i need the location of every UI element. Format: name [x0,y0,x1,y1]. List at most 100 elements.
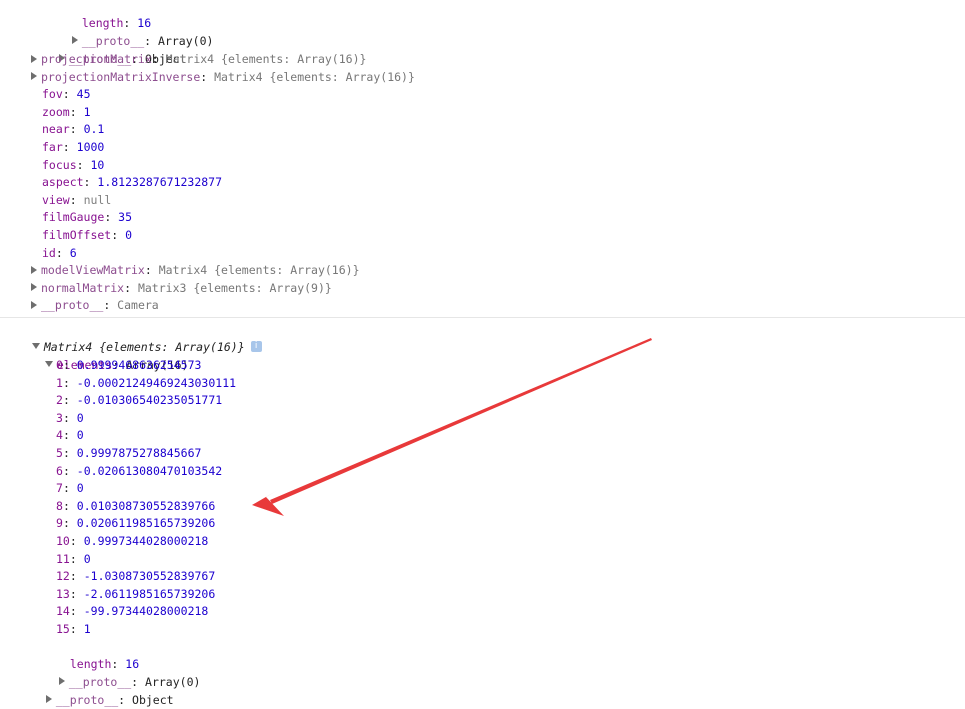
element-index: 4 [56,428,63,443]
element-value: -1.0308730552839767 [83,569,216,584]
property-value: Matrix3 {elements: Array(9)} [137,280,332,295]
matrix-element-row: 1: -0.00021249469243030111 [56,375,237,390]
expand-triangle-icon[interactable] [31,72,37,81]
property-value: 0 [125,228,133,242]
property-value: 45 [76,87,91,102]
property-value: Object [132,692,174,707]
property-key: __proto__ [41,298,104,313]
arrow-shaft [270,338,652,504]
property-key: fov [42,87,63,102]
matrix-element-row: 9: 0.020611985165739206 [56,516,216,531]
element-index: 6 [56,463,63,478]
expand-triangle-icon[interactable] [31,54,37,63]
proto-object-row[interactable]: __proto__: Object [45,33,187,66]
property-value: Matrix4 {elements: Array(16)} [214,69,415,84]
property-value: Matrix4 {elements: Array(16)} [165,52,367,66]
element-value: 0 [76,410,84,425]
element-index: 0 [56,358,63,372]
element-value: -99.97344028000218 [83,604,209,619]
length-row: length: 16 [81,15,152,30]
camera-prop-row: filmGauge: 35 [42,210,133,225]
camera-prop-row[interactable]: __proto__: Camera [31,297,159,315]
property-key: normalMatrix [41,280,125,295]
element-value: -0.00021249469243030111 [76,375,237,390]
matrix-element-row: 4: 0 [56,428,84,443]
element-index: 8 [56,498,63,513]
camera-prop-row: view: null [42,192,112,207]
property-value: 1 [83,104,91,119]
element-index: 14 [56,604,70,619]
element-index: 3 [56,410,63,425]
matrix-element-row: 2: -0.010306540235051771 [56,393,223,408]
property-key: projectionMatrix [41,52,152,66]
matrix-element-row: 12: -1.0308730552839767 [56,569,216,584]
expand-triangle-icon[interactable] [45,695,52,704]
property-key: near [42,122,70,137]
matrix-element-row: 10: 0.9997344028000218 [56,534,209,548]
camera-prop-row[interactable]: modelViewMatrix: Matrix4 {elements: Arra… [31,262,360,280]
camera-prop-row[interactable]: projectionMatrix: Matrix4 {elements: Arr… [31,51,366,69]
camera-prop-row: id: 6 [42,245,77,260]
matrix-element-row: 3: 0 [56,410,84,425]
element-index: 2 [56,393,63,408]
element-index: 12 [56,569,70,584]
element-value: 0 [76,428,84,443]
camera-prop-row[interactable]: normalMatrix: Matrix3 {elements: Array(9… [31,280,332,298]
camera-prop-row: focus: 10 [42,157,105,172]
property-key: filmGauge [42,210,105,225]
matrix-proto-object-row[interactable]: __proto__: Object [32,674,174,707]
element-value: -2.0611985165739206 [83,586,216,601]
matrix-element-row: 8: 0.010308730552839766 [56,498,216,513]
matrix-length-row: length: 16 [69,656,140,671]
matrix-proto-array-row[interactable]: __proto__: Array(0) [45,656,200,689]
property-value: Matrix4 {elements: Array(16)} [158,263,360,278]
property-value: 1000 [76,140,105,154]
proto-array-row[interactable]: __proto__: Array(0) [58,15,213,48]
property-key: aspect [42,175,84,190]
camera-prop-row: aspect: 1.8123287671232877 [42,175,223,190]
element-value: 0.9999468636254573 [76,358,202,372]
arrow-head [252,490,284,516]
element-index: 7 [56,481,63,496]
collapse-triangle-icon[interactable] [44,361,53,368]
matrix-element-row: 14: -99.97344028000218 [56,604,209,619]
camera-prop-row[interactable]: projectionMatrixInverse: Matrix4 {elemen… [31,69,415,87]
matrix-element-row: 13: -2.0611985165739206 [56,586,216,601]
element-index: 1 [56,375,63,390]
expand-triangle-icon[interactable] [31,265,37,274]
element-value: 0.9997344028000218 [83,534,209,548]
property-value: 35 [118,210,133,225]
property-key: id [42,245,56,260]
element-value: 0 [76,481,84,496]
matrix-element-row: 5: 0.9997875278845667 [56,446,202,460]
property-value: 6 [69,245,77,260]
matrix-element-row: 11: 0 [56,551,91,566]
camera-prop-row: near: 0.1 [42,122,105,137]
property-key: filmOffset [42,228,112,242]
camera-prop-row: zoom: 1 [42,104,91,119]
matrix-element-row: 7: 0 [56,481,84,496]
matrix-element-row: 15: 1 [56,622,91,636]
console-divider [0,317,965,318]
element-index: 13 [56,586,70,601]
property-key: focus [42,157,77,172]
element-index: 9 [56,516,63,531]
element-value: -0.020613080470103542 [76,463,223,478]
element-value: 0.010308730552839766 [76,498,216,513]
expand-triangle-icon[interactable] [31,300,37,309]
camera-prop-row: filmOffset: 0 [42,228,133,242]
matrix-header-row[interactable]: Matrix4 {elements: Array(16)} i [18,321,262,354]
property-value: null [83,192,112,207]
element-value: 0.9997875278845667 [76,446,202,460]
property-value: 1.8123287671232877 [97,175,223,190]
element-index: 5 [56,446,63,460]
matrix-element-row: 6: -0.020613080470103542 [56,463,223,478]
property-key: far [42,140,63,154]
property-value: 10 [90,157,105,172]
expand-triangle-icon[interactable] [31,283,37,292]
property-key: __proto__ [55,692,119,707]
property-value: 0.1 [83,122,105,137]
element-value: 0 [83,551,91,566]
info-icon[interactable]: i [250,340,262,352]
elements-row[interactable]: elements: Array(16) [31,339,188,372]
